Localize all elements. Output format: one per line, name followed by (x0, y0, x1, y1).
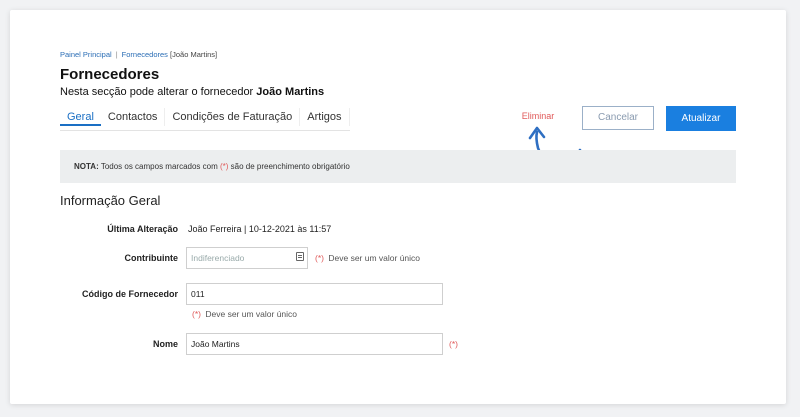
breadcrumb-separator: | (115, 50, 118, 59)
last-change-value: João Ferreira | 10-12-2021 às 11:57 (188, 224, 332, 234)
subtitle-text: Nesta secção pode alterar o fornecedor (60, 86, 254, 98)
contribuinte-hint-marker: (*) (315, 253, 324, 263)
id-card-icon[interactable] (296, 252, 304, 261)
section-title: Informação Geral (60, 193, 161, 208)
tab-geral[interactable]: Geral (60, 108, 101, 126)
codigo-label: Código de Fornecedor (81, 289, 178, 299)
nome-label: Nome (152, 339, 178, 349)
tab-contactos[interactable]: Contactos (101, 108, 166, 126)
note-text-after: são de preenchimento obrigatório (230, 162, 350, 171)
codigo-input[interactable]: 011 (186, 283, 443, 305)
contribuinte-input[interactable]: Indiferenciado (186, 247, 308, 269)
codigo-hint-text: Deve ser um valor único (205, 309, 298, 319)
codigo-hint-marker: (*) (192, 309, 201, 319)
contribuinte-hint-text: Deve ser um valor único (328, 253, 421, 263)
nome-required-marker: (*) (449, 339, 460, 349)
tab-bar: Geral Contactos Condições de Faturação A… (60, 108, 350, 131)
breadcrumb-current-link[interactable]: Fornecedores (122, 50, 168, 59)
tab-condicoes-faturacao[interactable]: Condições de Faturação (165, 108, 301, 126)
breadcrumb: Painel Principal | Fornecedores [João Mart… (60, 50, 217, 59)
last-change-label: Última Alteração (107, 224, 178, 234)
codigo-hint: (*) Deve ser um valor único (192, 309, 297, 319)
tab-artigos[interactable]: Artigos (300, 108, 350, 126)
note-text-before: Todos os campos marcados com (100, 162, 218, 171)
breadcrumb-home-link[interactable]: Painel Principal (60, 50, 112, 59)
nome-marker: (*) (449, 339, 458, 349)
breadcrumb-tail: [João Martins] (170, 50, 218, 59)
contribuinte-label: Contribuinte (124, 253, 179, 263)
note-required-marker: (*) (219, 162, 229, 171)
cancel-button[interactable]: Cancelar (582, 106, 654, 130)
page-title: Fornecedores (60, 66, 160, 83)
required-fields-note: NOTA: Todos os campos marcados com (*) s… (60, 150, 736, 183)
page-subtitle: Nesta secção pode alterar o fornecedor J… (60, 86, 324, 98)
note-prefix: NOTA: (74, 162, 99, 171)
subtitle-supplier-name: João Martins (256, 86, 325, 98)
nome-input[interactable]: João Martins (186, 333, 443, 355)
contribuinte-hint: (*) Deve ser um valor único (315, 253, 420, 263)
update-button[interactable]: Atualizar (666, 106, 736, 131)
